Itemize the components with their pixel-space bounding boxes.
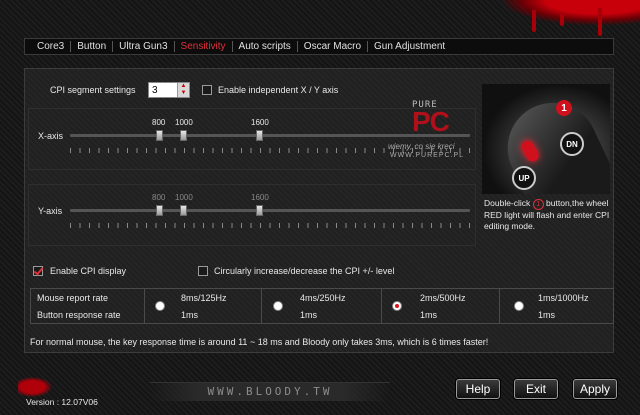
rate-radio-125hz[interactable] <box>155 301 165 311</box>
rate-option-500hz[interactable]: 2ms/500Hz 1ms <box>382 289 500 323</box>
cpi-segment-label: CPI segment settings <box>50 85 136 95</box>
x-axis-cpi-3: 1600 <box>251 118 269 127</box>
blood-drip-decoration <box>560 12 564 26</box>
enable-cpi-display-label: Enable CPI display <box>50 266 127 276</box>
blood-drip-decoration <box>532 10 536 32</box>
y-axis-ticks <box>70 223 470 228</box>
mouse-report-rate-label: Mouse report rate <box>37 293 109 303</box>
circular-cpi-checkbox[interactable] <box>198 266 208 276</box>
y-axis-thumb-2[interactable] <box>180 205 187 216</box>
y-axis-cpi-1: 800 <box>152 193 166 202</box>
x-axis-thumb-1[interactable] <box>156 130 163 141</box>
mouse-body-shape <box>492 88 610 194</box>
spinner-down-icon[interactable]: ▼ <box>177 90 189 97</box>
blood-drip-decoration <box>598 8 602 36</box>
apply-button[interactable]: Apply <box>573 379 617 399</box>
rate-option-250hz[interactable]: 4ms/250Hz 1ms <box>262 289 382 323</box>
y-axis-slider-track[interactable] <box>70 209 470 212</box>
x-axis-thumb-2[interactable] <box>180 130 187 141</box>
report-rate-grid: Mouse report rate Button response rate 8… <box>30 288 614 324</box>
exit-button[interactable]: Exit <box>514 379 558 399</box>
rate-report-1000hz: 1ms/1000Hz <box>538 293 589 303</box>
rate-radio-500hz[interactable] <box>392 301 402 311</box>
watermark-pc-text: PC <box>412 106 450 137</box>
y-axis-cpi-3: 1600 <box>251 193 269 202</box>
info-text-before: Double-click <box>484 198 531 208</box>
y-axis-thumb-1[interactable] <box>156 205 163 216</box>
button-response-rate-label: Button response rate <box>37 310 121 320</box>
help-button[interactable]: Help <box>456 379 500 399</box>
cpi-segment-value[interactable]: 3 <box>152 85 158 96</box>
y-axis-label: Y-axis <box>38 206 63 216</box>
watermark-slogan: wiemy, co się kręci <box>388 142 455 151</box>
independent-xy-checkbox[interactable] <box>202 85 212 95</box>
info-description: Double-click 1 button,the wheel RED ligh… <box>484 198 610 232</box>
rate-radio-1000hz[interactable] <box>514 301 524 311</box>
blood-splash-decoration <box>500 0 640 26</box>
independent-xy-label: Enable independent X / Y axis <box>218 85 339 95</box>
purepc-watermark: PURE PC wiemy, co się kręci WWW.PUREPC.P… <box>388 100 482 164</box>
circular-cpi-label: Circularly increase/decrease the CPI +/-… <box>214 266 395 276</box>
number-badge: 1 <box>556 100 572 116</box>
cpi-segment-spinner[interactable]: 3 ▲ ▼ <box>148 82 190 98</box>
tab-core3[interactable]: Core3 <box>31 41 72 52</box>
rate-option-1000hz[interactable]: 1ms/1000Hz 1ms <box>500 289 613 323</box>
x-axis-label: X-axis <box>38 131 64 141</box>
rate-response-1000hz: 1ms <box>538 310 556 320</box>
rate-radio-250hz[interactable] <box>273 301 283 311</box>
x-axis-thumb-3[interactable] <box>256 130 263 141</box>
watermark-url: WWW.PUREPC.PL <box>390 152 465 159</box>
blood-splash-decoration <box>18 376 54 398</box>
rate-report-125hz: 8ms/125Hz <box>181 293 227 303</box>
enable-cpi-display-checkbox[interactable] <box>33 266 43 276</box>
y-axis-thumb-3[interactable] <box>256 205 263 216</box>
info-circled-number: 1 <box>532 199 544 210</box>
tab-bar: Core3 Button Ultra Gun3 Sensitivity Auto… <box>24 38 614 55</box>
rate-report-500hz: 2ms/500Hz <box>420 293 466 303</box>
rate-response-250hz: 1ms <box>300 310 318 320</box>
bloody-url: WWW.BLOODY.TW <box>150 382 390 401</box>
rate-response-500hz: 1ms <box>420 310 438 320</box>
rate-option-125hz[interactable]: 8ms/125Hz 1ms <box>145 289 262 323</box>
tab-button[interactable]: Button <box>71 41 114 52</box>
y-axis-cpi-2: 1000 <box>175 193 193 202</box>
up-button-badge: UP <box>512 166 536 190</box>
dn-button-badge: DN <box>560 132 584 156</box>
mouse-illustration: 1 DN UP <box>482 84 610 194</box>
rate-response-125hz: 1ms <box>181 310 199 320</box>
spinner-up-icon[interactable]: ▲ <box>177 83 189 90</box>
rate-labels-cell: Mouse report rate Button response rate <box>31 289 145 323</box>
tab-oscar-macro[interactable]: Oscar Macro <box>298 41 369 52</box>
tab-ultra-gun3[interactable]: Ultra Gun3 <box>113 41 175 52</box>
tab-gun-adjustment[interactable]: Gun Adjustment <box>368 41 451 52</box>
x-axis-cpi-1: 800 <box>152 118 166 127</box>
version-label: Version : 12.07V06 <box>26 397 98 407</box>
tab-auto-scripts[interactable]: Auto scripts <box>233 41 298 52</box>
rate-report-250hz: 4ms/250Hz <box>300 293 346 303</box>
response-time-note: For normal mouse, the key response time … <box>30 337 489 347</box>
tab-sensitivity[interactable]: Sensitivity <box>175 41 233 52</box>
x-axis-cpi-2: 1000 <box>175 118 193 127</box>
